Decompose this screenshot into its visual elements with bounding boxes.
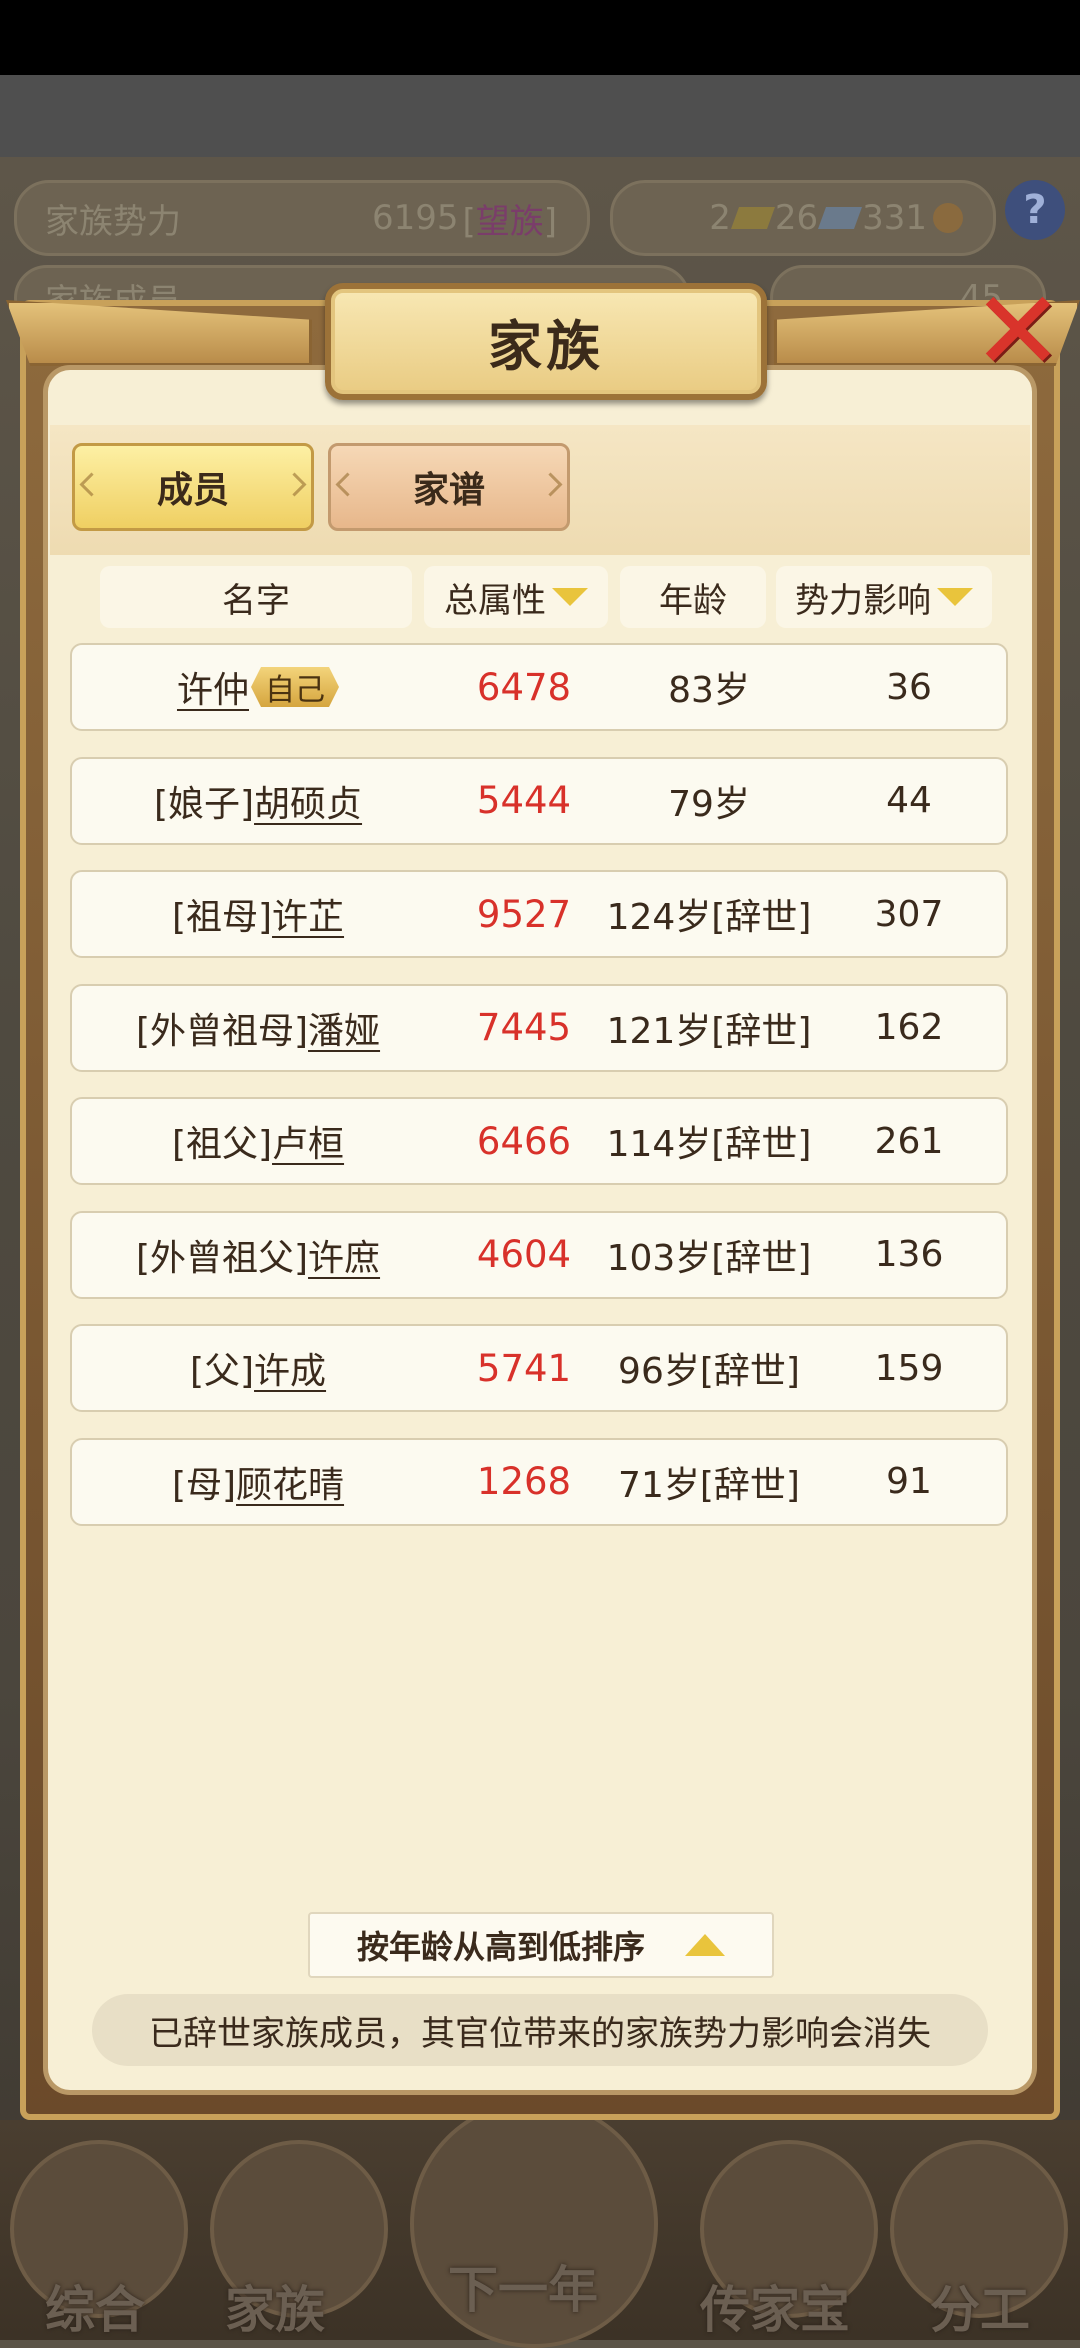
sort-order-label: 按年龄从高到低排序 bbox=[356, 1928, 645, 1966]
bg-power-rank: 望族 bbox=[475, 201, 544, 242]
member-attribute: 1268 bbox=[476, 1460, 572, 1503]
column-age-header[interactable]: 年龄 bbox=[620, 566, 766, 628]
member-name[interactable]: 许庶 bbox=[308, 1229, 380, 1281]
sort-up-icon bbox=[685, 1934, 725, 1956]
member-name[interactable]: 许芷 bbox=[272, 888, 344, 940]
help-button[interactable]: ? bbox=[1005, 180, 1065, 240]
tab-family-tree[interactable]: 家谱 bbox=[328, 443, 570, 531]
column-name-label: 名字 bbox=[222, 580, 290, 621]
member-name[interactable]: 潘娅 bbox=[308, 1002, 380, 1054]
bg-currency-3: 331 bbox=[862, 198, 927, 238]
member-age: 103岁[辞世] bbox=[606, 1237, 812, 1279]
member-name-cell: 许仲 自己 bbox=[72, 645, 444, 729]
member-influence: 136 bbox=[874, 1234, 944, 1275]
member-age: 96岁[辞世] bbox=[618, 1351, 800, 1392]
nav-label-family[interactable]: 家族 bbox=[225, 2270, 325, 2342]
bg-currency-1: 2 bbox=[709, 198, 731, 238]
member-name-cell: [祖父] 卢桓 bbox=[72, 1099, 444, 1183]
column-attribute-header[interactable]: 总属性 bbox=[424, 566, 608, 628]
member-name[interactable]: 许成 bbox=[254, 1342, 326, 1394]
member-influence: 159 bbox=[874, 1347, 944, 1389]
nav-label-roles[interactable]: 分工 bbox=[930, 2270, 1030, 2342]
bg-currency-2: 26 bbox=[774, 198, 819, 238]
member-row[interactable]: [外曾祖母] 潘娅 7445 121岁[辞世] 162 bbox=[70, 983, 1008, 1072]
column-age-label: 年龄 bbox=[659, 580, 727, 621]
nav-label-heirloom[interactable]: 传家宝 bbox=[700, 2270, 850, 2342]
status-bar bbox=[0, 0, 1080, 75]
member-influence: 307 bbox=[874, 893, 944, 935]
member-age: 121岁[辞世] bbox=[606, 1010, 812, 1052]
member-attribute: 6466 bbox=[476, 1119, 572, 1163]
member-attribute: 5741 bbox=[476, 1346, 572, 1390]
member-row[interactable]: [祖母] 许芷 9527 124岁[辞世] 307 bbox=[70, 870, 1008, 958]
sort-order-button[interactable]: 按年龄从高到低排序 bbox=[308, 1912, 774, 1978]
member-relation: [母] bbox=[171, 1464, 237, 1506]
member-name-cell: [外曾祖母] 潘娅 bbox=[72, 986, 444, 1070]
member-attribute: 9527 bbox=[476, 892, 572, 936]
column-name-header: 名字 bbox=[100, 566, 412, 628]
member-age: 71岁[辞世] bbox=[618, 1464, 800, 1506]
member-name-cell: [娘子] 胡硕贞 bbox=[72, 759, 444, 843]
gold-icon bbox=[730, 207, 775, 229]
bg-power-value: 6195 bbox=[371, 198, 459, 238]
member-influence: 36 bbox=[886, 666, 932, 708]
member-influence: 44 bbox=[886, 780, 932, 821]
top-band bbox=[0, 75, 1080, 157]
tab-members[interactable]: 成员 bbox=[72, 443, 314, 531]
bg-power-label: 家族势力 bbox=[45, 201, 181, 242]
member-name-cell: [母] 顾花晴 bbox=[72, 1440, 444, 1524]
column-influence-header[interactable]: 势力影响 bbox=[776, 566, 992, 628]
member-relation: [祖父] bbox=[171, 1124, 273, 1165]
member-name[interactable]: 卢桓 bbox=[272, 1115, 344, 1167]
nav-label-next-year[interactable]: 下一年 bbox=[448, 2250, 598, 2322]
member-name-cell: [外曾祖父] 许庶 bbox=[72, 1213, 444, 1297]
member-age: 83岁 bbox=[668, 670, 750, 711]
deceased-notice: 已辞世家族成员，其官位带来的家族势力影响会消失 bbox=[92, 1994, 988, 2066]
member-relation: [父] bbox=[189, 1351, 255, 1392]
self-badge: 自己 bbox=[251, 667, 339, 707]
member-name[interactable]: 胡硕贞 bbox=[254, 775, 362, 827]
sort-down-icon bbox=[937, 588, 973, 606]
coin-icon bbox=[933, 203, 963, 233]
member-row[interactable]: [外曾祖父] 许庶 4604 103岁[辞世] 136 bbox=[70, 1210, 1008, 1299]
member-attribute: 6478 bbox=[476, 665, 572, 709]
member-row[interactable]: 许仲 自己 6478 83岁 36 bbox=[70, 643, 1008, 731]
silver-icon bbox=[818, 207, 863, 229]
member-relation: [祖母] bbox=[171, 897, 273, 938]
member-attribute: 7445 bbox=[476, 1006, 572, 1049]
member-name[interactable]: 许仲 bbox=[177, 661, 249, 713]
member-age: 114岁[辞世] bbox=[606, 1124, 812, 1165]
member-attribute: 5444 bbox=[476, 779, 572, 822]
member-relation: [外曾祖父] bbox=[135, 1237, 309, 1279]
member-name-cell: [父] 许成 bbox=[72, 1326, 444, 1410]
member-relation: [娘子] bbox=[153, 783, 255, 825]
sort-down-icon bbox=[552, 588, 588, 606]
member-influence: 91 bbox=[886, 1461, 932, 1502]
member-list: 许仲 自己 6478 83岁 36 [娘子] 胡硕贞 5444 79岁 44 [… bbox=[70, 643, 1008, 1551]
member-row[interactable]: [父] 许成 5741 96岁[辞世] 159 bbox=[70, 1324, 1008, 1412]
member-age: 79岁 bbox=[668, 783, 750, 825]
member-influence: 162 bbox=[874, 1007, 944, 1048]
member-influence: 261 bbox=[874, 1120, 944, 1162]
modal-title: 家族 bbox=[325, 283, 767, 400]
column-influence-label: 势力影响 bbox=[795, 580, 931, 621]
member-row[interactable]: [娘子] 胡硕贞 5444 79岁 44 bbox=[70, 756, 1008, 845]
member-relation: [外曾祖母] bbox=[135, 1010, 309, 1052]
member-name-cell: [祖母] 许芷 bbox=[72, 872, 444, 956]
nav-label-overview[interactable]: 综合 bbox=[45, 2270, 145, 2342]
member-row[interactable]: [母] 顾花晴 1268 71岁[辞世] 91 bbox=[70, 1437, 1008, 1526]
member-age: 124岁[辞世] bbox=[606, 897, 812, 938]
member-name[interactable]: 顾花晴 bbox=[236, 1456, 344, 1508]
column-attribute-label: 总属性 bbox=[444, 580, 546, 621]
bg-currency: 2 26 331 bbox=[610, 180, 996, 256]
close-button[interactable]: ✕ bbox=[968, 276, 1068, 386]
bg-family-power: 家族势力 6195 [望族] bbox=[14, 180, 590, 256]
member-attribute: 4604 bbox=[476, 1233, 572, 1276]
member-row[interactable]: [祖父] 卢桓 6466 114岁[辞世] 261 bbox=[70, 1097, 1008, 1185]
